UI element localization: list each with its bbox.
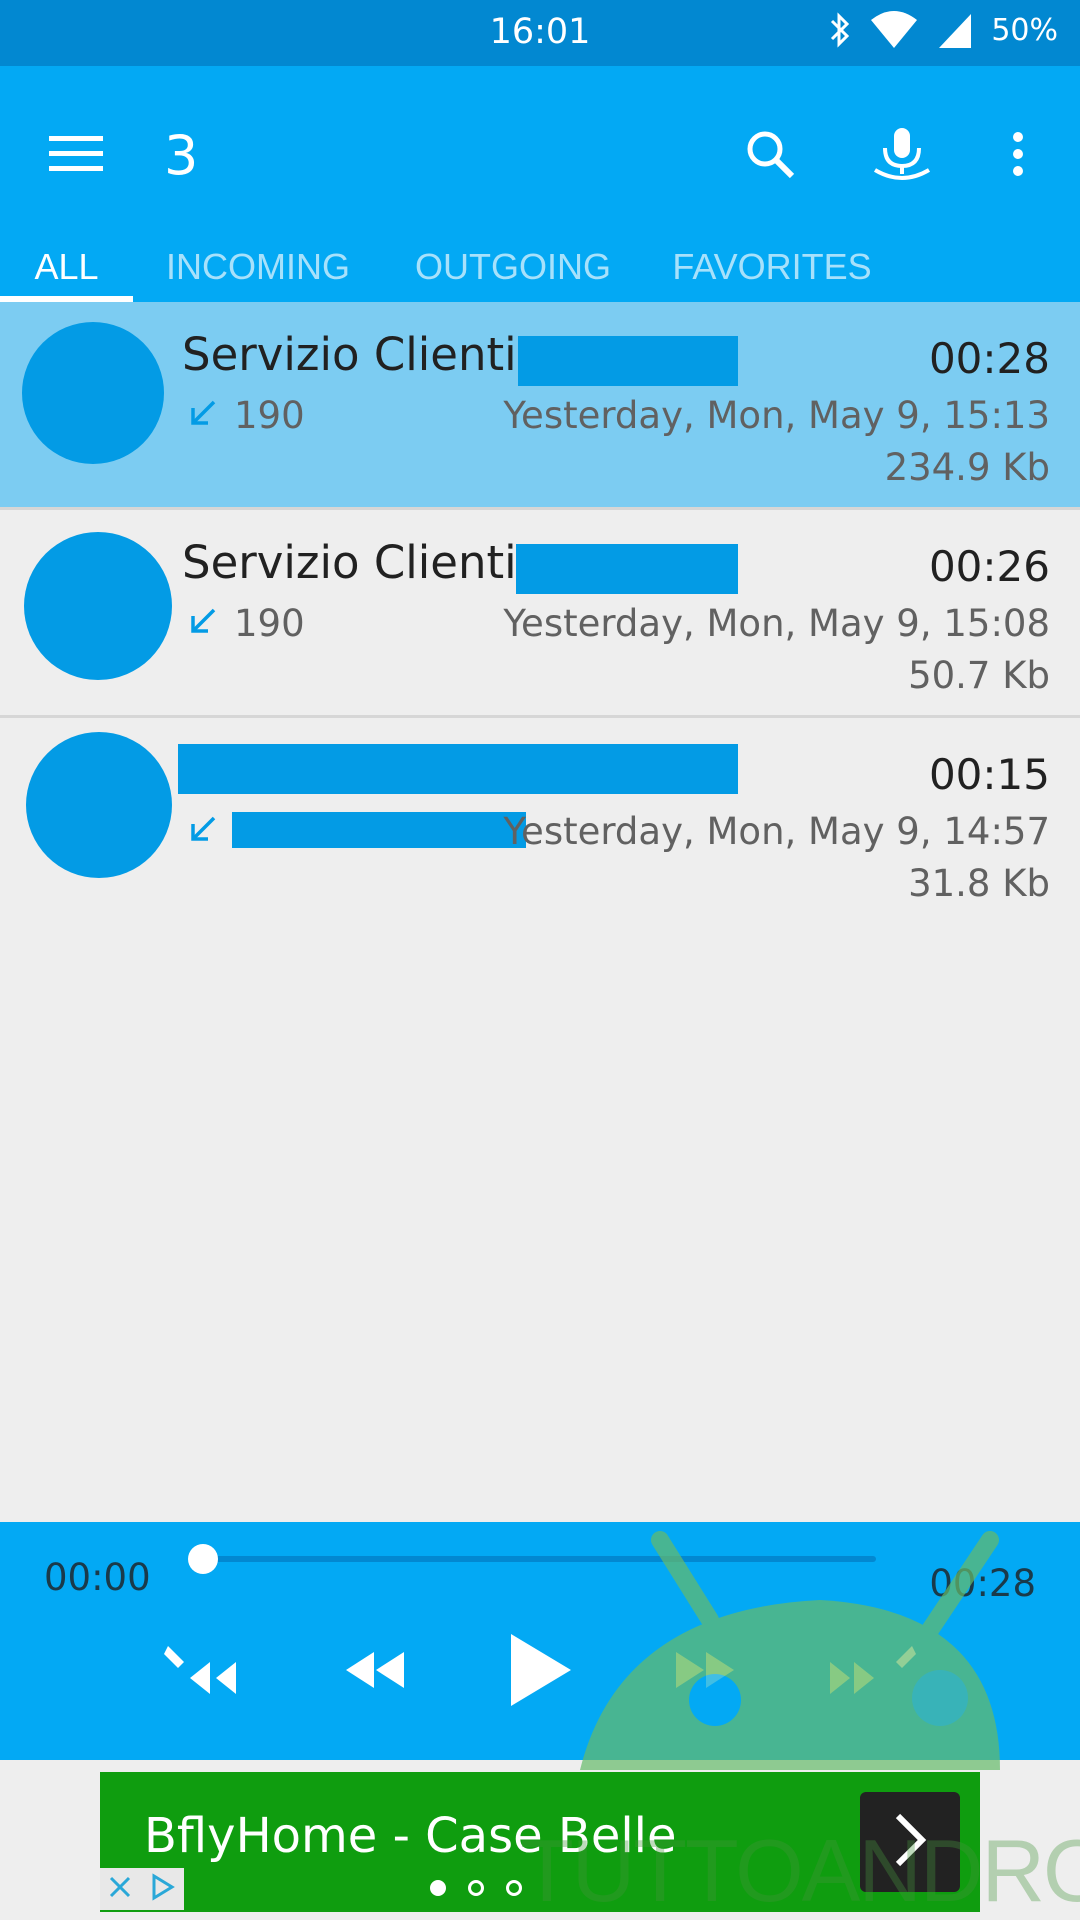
recording-size: 31.8 Kb [908, 862, 1050, 905]
redacted-number [232, 812, 526, 848]
rewind-button[interactable] [325, 1622, 425, 1722]
avatar [26, 732, 172, 878]
ad-page-indicator [430, 1880, 522, 1896]
tab-incoming[interactable]: INCOMING [150, 236, 366, 302]
watermark-text: TUTTOANDROID [520, 1821, 1080, 1920]
menu-button[interactable] [36, 116, 116, 196]
bluetooth-icon [829, 12, 851, 48]
page-dot [430, 1880, 446, 1896]
redacted-block [518, 336, 738, 386]
call-datetime: Yesterday, Mon, May 9, 14:57 [503, 810, 1050, 853]
call-duration: 00:26 [928, 542, 1050, 591]
call-row[interactable]: Servizio Clienti 190 00:28 Yesterday, Mo… [0, 302, 1080, 510]
rewind-edit-button[interactable] [160, 1622, 260, 1722]
tab-bar: ALL INCOMING OUTGOING FAVORITES [0, 236, 1080, 302]
tab-outgoing[interactable]: OUTGOING [404, 236, 622, 302]
status-icons: 50% [829, 10, 1058, 50]
voice-search-button[interactable] [862, 116, 942, 196]
rewind-icon [340, 1648, 410, 1696]
battery-percent: 50% [991, 12, 1058, 48]
search-icon [745, 129, 795, 183]
call-row[interactable]: 00:15 Yesterday, Mon, May 9, 14:57 31.8 … [0, 718, 1080, 926]
incoming-call-icon [188, 606, 218, 640]
ad-choices[interactable] [100, 1868, 184, 1910]
avatar [24, 532, 172, 680]
status-bar: 16:01 50% [0, 0, 1080, 66]
more-options-button[interactable] [978, 116, 1058, 196]
contact-name: Servizio Clienti [182, 536, 517, 589]
search-button[interactable] [730, 116, 810, 196]
seek-thumb[interactable] [188, 1544, 218, 1574]
close-icon[interactable] [108, 1875, 132, 1903]
incoming-call-icon [188, 398, 218, 432]
wifi-icon [869, 10, 919, 50]
signal-icon [937, 10, 973, 50]
recording-size: 50.7 Kb [908, 654, 1050, 697]
adchoices-icon[interactable] [148, 1873, 176, 1905]
avatar [22, 322, 164, 464]
call-datetime: Yesterday, Mon, May 9, 15:08 [503, 602, 1050, 645]
rewind-edit-icon [162, 1640, 258, 1704]
recording-size: 234.9 Kb [884, 446, 1050, 489]
page-dot [468, 1880, 484, 1896]
redacted-name [178, 744, 738, 794]
call-duration: 00:28 [928, 334, 1050, 383]
incoming-call-icon [188, 814, 218, 848]
call-datetime: Yesterday, Mon, May 9, 15:13 [503, 394, 1050, 437]
contact-name: Servizio Clienti [182, 328, 517, 381]
android-watermark-logo [560, 1530, 1000, 1774]
redacted-block [516, 544, 738, 594]
call-row[interactable]: Servizio Clienti 190 00:26 Yesterday, Mo… [0, 510, 1080, 718]
menu-icon [49, 134, 103, 178]
app-bar: 3 ALL INCOMING OUTGOING FAVORITES [0, 66, 1080, 302]
call-number: 190 [234, 602, 305, 645]
call-list: Servizio Clienti 190 00:28 Yesterday, Mo… [0, 302, 1080, 926]
more-vert-icon [1011, 131, 1025, 181]
tab-all[interactable]: ALL [0, 236, 133, 302]
page-title: 3 [164, 124, 199, 187]
mic-icon [871, 126, 933, 186]
call-duration: 00:15 [928, 750, 1050, 799]
tab-favorites[interactable]: FAVORITES [662, 236, 882, 302]
call-number: 190 [234, 394, 305, 437]
current-time: 00:00 [44, 1556, 151, 1599]
